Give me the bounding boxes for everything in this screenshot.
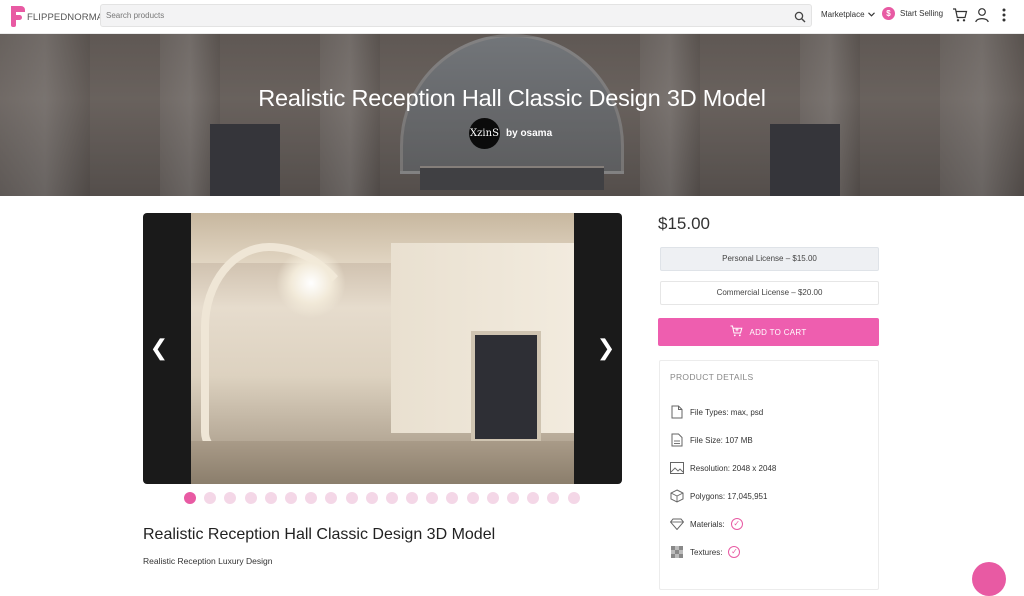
add-to-cart-button[interactable]: ADD TO CART (658, 318, 879, 346)
marketplace-label: Marketplace (821, 10, 865, 19)
detail-file-size: File Size: 107 MB (670, 433, 753, 447)
user-icon[interactable] (974, 7, 990, 23)
license-option-personal[interactable]: Personal License – $15.00 (660, 247, 879, 271)
detail-value: 17,045,951 (727, 491, 768, 501)
detail-label: Materials: (690, 519, 725, 529)
detail-label: Textures: (690, 547, 723, 557)
logo-mark-icon (11, 5, 25, 27)
gallery-dot[interactable] (305, 492, 318, 504)
product-price: $15.00 (658, 214, 710, 233)
gallery-dot[interactable] (385, 492, 398, 504)
product-details-title: PRODUCT DETAILS (670, 372, 754, 382)
gallery-next-button[interactable]: ❯ (596, 337, 616, 361)
detail-value: max, psd (730, 407, 764, 417)
detail-file-types: File Types: max, psd (670, 405, 763, 419)
gallery-dot[interactable] (345, 492, 358, 504)
top-navigation-bar: FLIPPEDNORMALS Marketplace $ Start Selli… (0, 0, 1024, 34)
search-icon[interactable] (794, 10, 806, 23)
gallery-dot[interactable] (486, 492, 499, 504)
product-details-panel: PRODUCT DETAILS File Types: max, psd Fil… (659, 360, 879, 590)
detail-label: File Size: (690, 435, 723, 445)
gallery-dot[interactable] (466, 492, 479, 504)
hero-banner: Realistic Reception Hall Classic Design … (0, 34, 1024, 196)
add-to-cart-label: ADD TO CART (749, 327, 807, 337)
gallery-dot[interactable] (426, 492, 439, 504)
product-title: Realistic Reception Hall Classic Design … (143, 526, 496, 543)
gallery-dot[interactable] (507, 492, 519, 504)
gallery-dot[interactable] (184, 492, 196, 504)
dollar-coin-icon: $ (882, 7, 895, 20)
chat-support-button[interactable] (972, 562, 1006, 596)
search-input[interactable] (106, 7, 776, 24)
author-link[interactable]: XzinS by osama (469, 118, 552, 149)
check-circle-icon: ✓ (728, 546, 741, 558)
gallery-dot[interactable] (244, 492, 257, 504)
gallery-dot[interactable] (567, 492, 580, 504)
gallery-dot[interactable] (224, 492, 237, 504)
product-image (191, 213, 574, 484)
author-prefix: by (506, 128, 518, 139)
product-subtitle: Realistic Reception Luxury Design (143, 556, 273, 566)
start-selling-label: Start Selling (900, 9, 944, 18)
detail-value: 107 MB (725, 435, 753, 445)
start-selling-link[interactable]: $ Start Selling (882, 7, 943, 20)
gallery-pagination (184, 492, 580, 504)
more-vertical-icon[interactable] (996, 7, 1012, 23)
gallery-dot[interactable] (547, 492, 560, 504)
detail-label: Polygons: (690, 491, 726, 501)
detail-resolution: Resolution: 2048 x 2048 (670, 461, 776, 475)
gallery-dot[interactable] (264, 492, 277, 504)
detail-label: Resolution: (690, 463, 731, 473)
polygon-icon (670, 489, 684, 503)
texture-icon (670, 545, 684, 559)
author-name: osama (520, 128, 553, 139)
detail-label: File Types: (690, 407, 729, 417)
gallery-dot[interactable] (204, 492, 217, 504)
license-option-commercial[interactable]: Commercial License – $20.00 (660, 281, 879, 305)
check-circle-icon: ✓ (730, 518, 743, 530)
gallery-dot[interactable] (406, 492, 419, 504)
cart-icon[interactable] (952, 7, 968, 23)
marketplace-menu[interactable]: Marketplace (821, 10, 875, 19)
file-icon (670, 405, 684, 419)
gallery-dot[interactable] (446, 492, 459, 504)
detail-materials: Materials: ✓ (670, 517, 743, 531)
gallery-dot[interactable] (365, 492, 378, 504)
author-byline: by osama (506, 128, 552, 139)
image-gallery[interactable]: ❮ ❯ (143, 213, 622, 484)
detail-value: 2048 x 2048 (732, 463, 777, 473)
search-bar (100, 4, 812, 27)
chevron-down-icon (867, 10, 875, 19)
diamond-icon (670, 517, 684, 531)
gallery-dot[interactable] (284, 492, 297, 504)
image-icon (670, 461, 684, 475)
file-size-icon (670, 433, 684, 447)
author-avatar: XzinS (469, 118, 500, 149)
hero-title: Realistic Reception Hall Classic Design … (258, 85, 766, 111)
gallery-dot[interactable] (527, 492, 540, 504)
detail-textures: Textures: ✓ (670, 545, 741, 559)
cart-icon (730, 325, 743, 339)
gallery-prev-button[interactable]: ❮ (149, 337, 169, 361)
detail-polygons: Polygons: 17,045,951 (670, 489, 767, 503)
gallery-dot[interactable] (325, 492, 338, 504)
